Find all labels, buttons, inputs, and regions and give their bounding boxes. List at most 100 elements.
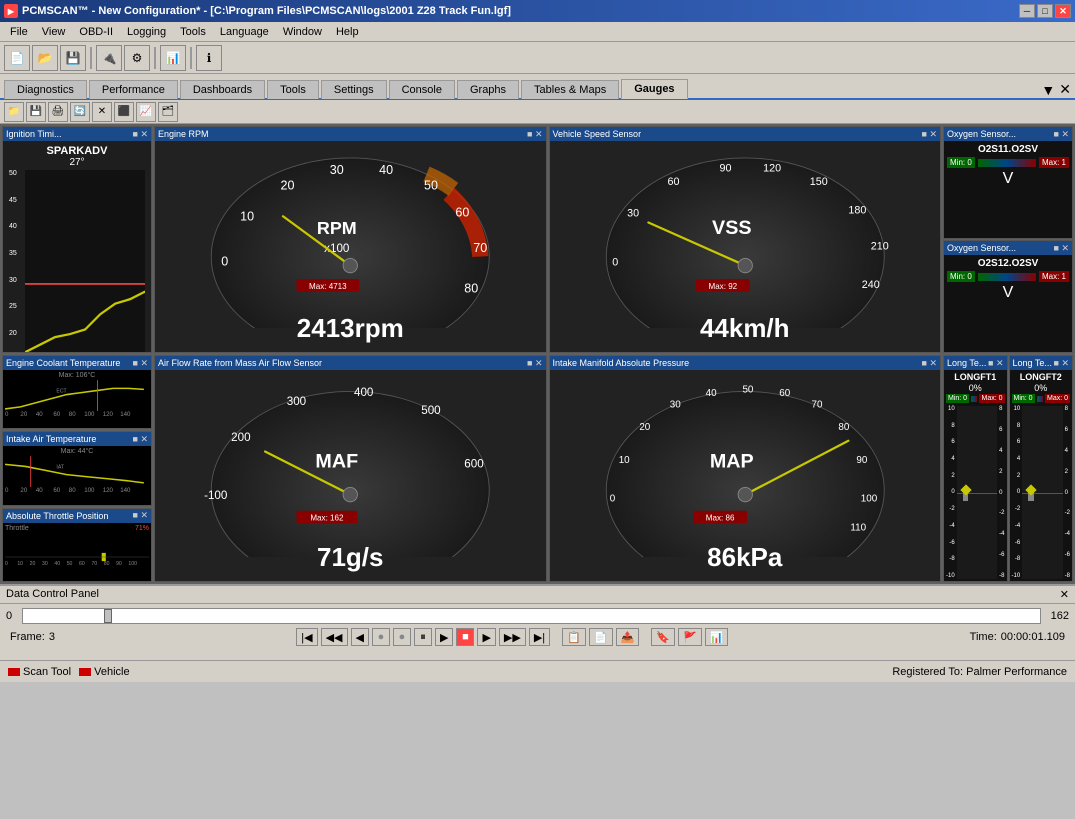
maf-close-icon[interactable]: ■ ✕ [527, 358, 542, 369]
flag-button[interactable]: 🚩 [678, 628, 702, 646]
longft1-close-icon[interactable]: ■ ✕ [988, 358, 1003, 369]
play-button[interactable]: ▶ [435, 628, 453, 646]
toolbar-separator-1 [90, 47, 92, 69]
save-button[interactable]: 💾 [60, 45, 86, 71]
rpm-close-icon[interactable]: ■ ✕ [527, 129, 542, 140]
status-legends: Scan Tool Vehicle [8, 666, 130, 678]
ect-close-icon[interactable]: ■ ✕ [133, 358, 148, 369]
playback-controls: |◀ ◀◀ ◀ ● ● ⏸ ▶ ■ ▶ ▶▶ ▶| 📋 📄 📤 🔖 🚩 📊 [296, 628, 728, 646]
next-button[interactable]: ▶ [477, 628, 495, 646]
svg-text:40: 40 [54, 561, 60, 567]
o2s1-close-icon[interactable]: ■ ✕ [1054, 129, 1069, 140]
open-button[interactable]: 📂 [32, 45, 58, 71]
svg-text:60: 60 [779, 388, 790, 399]
svg-text:80: 80 [838, 422, 849, 433]
spark-angle: 27° [69, 157, 84, 168]
menu-tools[interactable]: Tools [174, 24, 212, 40]
close-button[interactable]: ✕ [1055, 4, 1071, 18]
spark-header: Ignition Timi... ■ ✕ [3, 127, 151, 141]
longft1-min: Min: 0 [946, 394, 969, 403]
longft2-close-icon[interactable]: ■ ✕ [1054, 358, 1069, 369]
o2s2-close-icon[interactable]: ■ ✕ [1054, 243, 1069, 254]
data-control-close-icon[interactable]: ✕ [1060, 588, 1069, 601]
tab-tables-maps[interactable]: Tables & Maps [521, 80, 619, 99]
registered-label: Registered To: Palmer Performance [892, 666, 1067, 678]
copy-button[interactable]: 📋 [562, 628, 586, 646]
svg-text:Max: 92: Max: 92 [708, 282, 737, 291]
svg-text:120: 120 [103, 487, 114, 494]
menu-language[interactable]: Language [214, 24, 275, 40]
svg-text:120: 120 [763, 162, 781, 174]
last-frame-button[interactable]: ▶| [529, 628, 550, 646]
svg-text:30: 30 [42, 561, 48, 567]
map-close-icon[interactable]: ■ ✕ [922, 358, 937, 369]
tab-close-icon[interactable]: ✕ [1059, 81, 1071, 98]
sec-btn-4[interactable]: 🔄 [70, 102, 90, 122]
svg-text:0: 0 [5, 487, 9, 494]
bookmark-button[interactable]: 🔖 [651, 628, 675, 646]
iat-close-icon[interactable]: ■ ✕ [133, 434, 148, 445]
toolbar-separator-3 [190, 47, 192, 69]
stop-button[interactable]: ■ [456, 628, 474, 646]
prev-10-button[interactable]: ◀◀ [321, 628, 348, 646]
svg-text:150: 150 [809, 176, 827, 188]
menu-window[interactable]: Window [277, 24, 328, 40]
new-button[interactable]: 📄 [4, 45, 30, 71]
maximize-button[interactable]: □ [1037, 4, 1053, 18]
ect-max-label: Max: 106°C [5, 372, 149, 379]
sec-btn-8[interactable]: 🗂 [158, 102, 178, 122]
menu-obd[interactable]: OBD-II [73, 24, 119, 40]
tab-settings[interactable]: Settings [321, 80, 387, 99]
settings-button[interactable]: ⚙ [124, 45, 150, 71]
minimize-button[interactable]: ─ [1019, 4, 1035, 18]
tab-dashboards[interactable]: Dashboards [180, 80, 265, 99]
export-button[interactable]: 📤 [616, 628, 640, 646]
svg-text:100: 100 [128, 561, 137, 567]
spark-close-icon[interactable]: ■ ✕ [133, 129, 148, 140]
connect-button[interactable]: 🔌 [96, 45, 122, 71]
next-10-button[interactable]: ▶▶ [499, 628, 526, 646]
tab-dropdown-icon[interactable]: ▼ [1041, 82, 1055, 98]
first-frame-button[interactable]: |◀ [296, 628, 317, 646]
sec-btn-5[interactable]: ✕ [92, 102, 112, 122]
svg-text:100: 100 [84, 411, 95, 418]
vss-close-icon[interactable]: ■ ✕ [922, 129, 937, 140]
ect-header: Engine Coolant Temperature ■ ✕ [3, 356, 151, 370]
svg-text:120: 120 [103, 411, 114, 418]
svg-text:20: 20 [20, 487, 27, 494]
iat-title: Intake Air Temperature [6, 434, 96, 444]
menu-logging[interactable]: Logging [121, 24, 172, 40]
prev-button[interactable]: ◀ [351, 628, 369, 646]
menu-file[interactable]: File [4, 24, 34, 40]
tab-performance[interactable]: Performance [89, 80, 178, 99]
svg-text:60: 60 [455, 205, 469, 219]
range-slider[interactable] [22, 608, 1041, 624]
tab-tools[interactable]: Tools [267, 80, 319, 99]
sec-btn-7[interactable]: 📈 [136, 102, 156, 122]
o2s2-header: Oxygen Sensor... ■ ✕ [944, 241, 1072, 255]
tab-console[interactable]: Console [389, 80, 455, 99]
tab-diagnostics[interactable]: Diagnostics [4, 80, 87, 99]
tab-graphs[interactable]: Graphs [457, 80, 519, 99]
tab-gauges[interactable]: Gauges [621, 79, 687, 99]
range-thumb[interactable] [104, 609, 112, 623]
monitor-button[interactable]: 📊 [160, 45, 186, 71]
throttle-title: Absolute Throttle Position [6, 511, 108, 521]
sec-btn-2[interactable]: 💾 [26, 102, 46, 122]
sec-btn-6[interactable]: ⬛ [114, 102, 134, 122]
longft1-max: Max: 0 [979, 394, 1004, 403]
svg-text:90: 90 [116, 561, 122, 567]
info-button[interactable]: ℹ [196, 45, 222, 71]
menu-view[interactable]: View [36, 24, 72, 40]
sec-btn-1[interactable]: 📁 [4, 102, 24, 122]
chart-button[interactable]: 📊 [705, 628, 729, 646]
throttle-close-icon[interactable]: ■ ✕ [133, 510, 148, 521]
tab-bar: Diagnostics Performance Dashboards Tools… [0, 74, 1075, 100]
longft2-label: LONGFT2 [1020, 372, 1062, 382]
paste-button[interactable]: 📄 [589, 628, 613, 646]
pause-button[interactable]: ⏸ [414, 628, 432, 646]
menu-help[interactable]: Help [330, 24, 365, 40]
sec-btn-3[interactable]: 🖨 [48, 102, 68, 122]
scan-tool-legend: Scan Tool [8, 666, 71, 678]
svg-text:0: 0 [5, 561, 8, 567]
